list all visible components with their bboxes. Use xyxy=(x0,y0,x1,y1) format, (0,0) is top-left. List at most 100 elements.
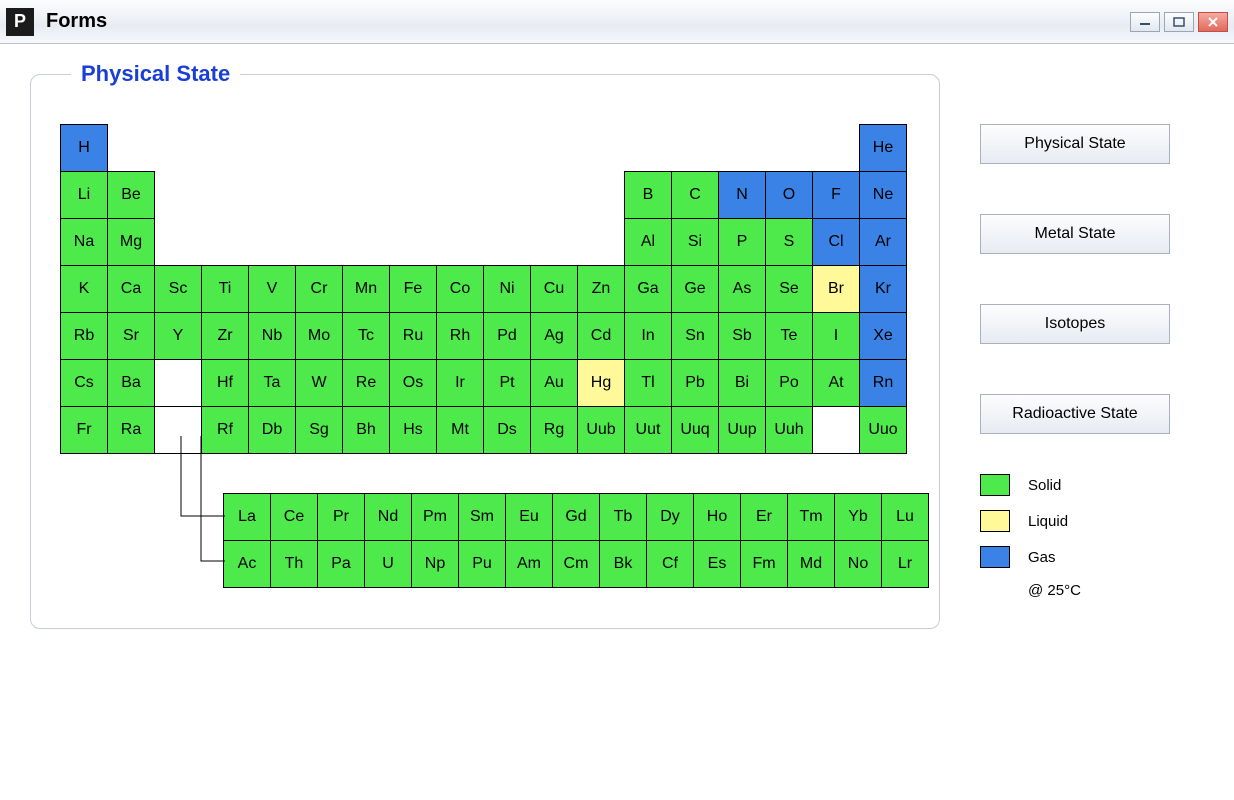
element-Lr[interactable]: Lr xyxy=(881,540,929,588)
element-Rn[interactable]: Rn xyxy=(859,359,907,407)
element-Cr[interactable]: Cr xyxy=(295,265,343,313)
metal-state-button[interactable]: Metal State xyxy=(980,214,1170,254)
element-U[interactable]: U xyxy=(364,540,412,588)
element-Ar[interactable]: Ar xyxy=(859,218,907,266)
element-Pd[interactable]: Pd xyxy=(483,312,531,360)
element-Tb[interactable]: Tb xyxy=(599,493,647,541)
element-Es[interactable]: Es xyxy=(693,540,741,588)
element-Xe[interactable]: Xe xyxy=(859,312,907,360)
element-Cl[interactable]: Cl xyxy=(812,218,860,266)
element-Uuo[interactable]: Uuo xyxy=(859,406,907,454)
element-H[interactable]: H xyxy=(60,124,108,172)
element-Uut[interactable]: Uut xyxy=(624,406,672,454)
maximize-button[interactable] xyxy=(1164,12,1194,32)
element-No[interactable]: No xyxy=(834,540,882,588)
element-B[interactable]: B xyxy=(624,171,672,219)
element-Br[interactable]: Br xyxy=(812,265,860,313)
element-In[interactable]: In xyxy=(624,312,672,360)
element-blank[interactable] xyxy=(154,359,202,407)
element-Ba[interactable]: Ba xyxy=(107,359,155,407)
element-Ru[interactable]: Ru xyxy=(389,312,437,360)
element-He[interactable]: He xyxy=(859,124,907,172)
element-K[interactable]: K xyxy=(60,265,108,313)
element-Ga[interactable]: Ga xyxy=(624,265,672,313)
element-Uuq[interactable]: Uuq xyxy=(671,406,719,454)
close-button[interactable] xyxy=(1198,12,1228,32)
element-W[interactable]: W xyxy=(295,359,343,407)
element-Bi[interactable]: Bi xyxy=(718,359,766,407)
element-Hf[interactable]: Hf xyxy=(201,359,249,407)
element-Fe[interactable]: Fe xyxy=(389,265,437,313)
element-Eu[interactable]: Eu xyxy=(505,493,553,541)
element-Os[interactable]: Os xyxy=(389,359,437,407)
element-Ho[interactable]: Ho xyxy=(693,493,741,541)
element-Ra[interactable]: Ra xyxy=(107,406,155,454)
element-Pa[interactable]: Pa xyxy=(317,540,365,588)
element-Bh[interactable]: Bh xyxy=(342,406,390,454)
element-O[interactable]: O xyxy=(765,171,813,219)
radioactive-state-button[interactable]: Radioactive State xyxy=(980,394,1170,434)
element-Ni[interactable]: Ni xyxy=(483,265,531,313)
element-Sb[interactable]: Sb xyxy=(718,312,766,360)
element-Ti[interactable]: Ti xyxy=(201,265,249,313)
element-Uuh[interactable]: Uuh xyxy=(765,406,813,454)
element-Bk[interactable]: Bk xyxy=(599,540,647,588)
element-Md[interactable]: Md xyxy=(787,540,835,588)
element-blank[interactable] xyxy=(812,406,860,454)
element-As[interactable]: As xyxy=(718,265,766,313)
element-Sm[interactable]: Sm xyxy=(458,493,506,541)
element-Yb[interactable]: Yb xyxy=(834,493,882,541)
element-Po[interactable]: Po xyxy=(765,359,813,407)
element-C[interactable]: C xyxy=(671,171,719,219)
element-Zr[interactable]: Zr xyxy=(201,312,249,360)
element-Hg[interactable]: Hg xyxy=(577,359,625,407)
element-Np[interactable]: Np xyxy=(411,540,459,588)
element-Kr[interactable]: Kr xyxy=(859,265,907,313)
element-Rh[interactable]: Rh xyxy=(436,312,484,360)
element-Zn[interactable]: Zn xyxy=(577,265,625,313)
element-Se[interactable]: Se xyxy=(765,265,813,313)
element-V[interactable]: V xyxy=(248,265,296,313)
element-Sr[interactable]: Sr xyxy=(107,312,155,360)
element-Ag[interactable]: Ag xyxy=(530,312,578,360)
element-Cs[interactable]: Cs xyxy=(60,359,108,407)
element-Lu[interactable]: Lu xyxy=(881,493,929,541)
element-Nd[interactable]: Nd xyxy=(364,493,412,541)
element-Tc[interactable]: Tc xyxy=(342,312,390,360)
element-P[interactable]: P xyxy=(718,218,766,266)
element-Au[interactable]: Au xyxy=(530,359,578,407)
element-Rb[interactable]: Rb xyxy=(60,312,108,360)
element-Ds[interactable]: Ds xyxy=(483,406,531,454)
element-Si[interactable]: Si xyxy=(671,218,719,266)
element-Cm[interactable]: Cm xyxy=(552,540,600,588)
element-Y[interactable]: Y xyxy=(154,312,202,360)
element-Fr[interactable]: Fr xyxy=(60,406,108,454)
element-Na[interactable]: Na xyxy=(60,218,108,266)
element-Cu[interactable]: Cu xyxy=(530,265,578,313)
element-Ne[interactable]: Ne xyxy=(859,171,907,219)
element-Be[interactable]: Be xyxy=(107,171,155,219)
element-Rg[interactable]: Rg xyxy=(530,406,578,454)
element-F[interactable]: F xyxy=(812,171,860,219)
element-Sg[interactable]: Sg xyxy=(295,406,343,454)
element-Hs[interactable]: Hs xyxy=(389,406,437,454)
element-Fm[interactable]: Fm xyxy=(740,540,788,588)
element-Dy[interactable]: Dy xyxy=(646,493,694,541)
minimize-button[interactable] xyxy=(1130,12,1160,32)
element-Tm[interactable]: Tm xyxy=(787,493,835,541)
element-Sn[interactable]: Sn xyxy=(671,312,719,360)
element-Uup[interactable]: Uup xyxy=(718,406,766,454)
element-Gd[interactable]: Gd xyxy=(552,493,600,541)
element-Te[interactable]: Te xyxy=(765,312,813,360)
element-Ge[interactable]: Ge xyxy=(671,265,719,313)
element-I[interactable]: I xyxy=(812,312,860,360)
element-Mt[interactable]: Mt xyxy=(436,406,484,454)
element-Mn[interactable]: Mn xyxy=(342,265,390,313)
element-Pr[interactable]: Pr xyxy=(317,493,365,541)
element-Pm[interactable]: Pm xyxy=(411,493,459,541)
element-Pu[interactable]: Pu xyxy=(458,540,506,588)
physical-state-button[interactable]: Physical State xyxy=(980,124,1170,164)
element-N[interactable]: N xyxy=(718,171,766,219)
element-S[interactable]: S xyxy=(765,218,813,266)
element-Uub[interactable]: Uub xyxy=(577,406,625,454)
